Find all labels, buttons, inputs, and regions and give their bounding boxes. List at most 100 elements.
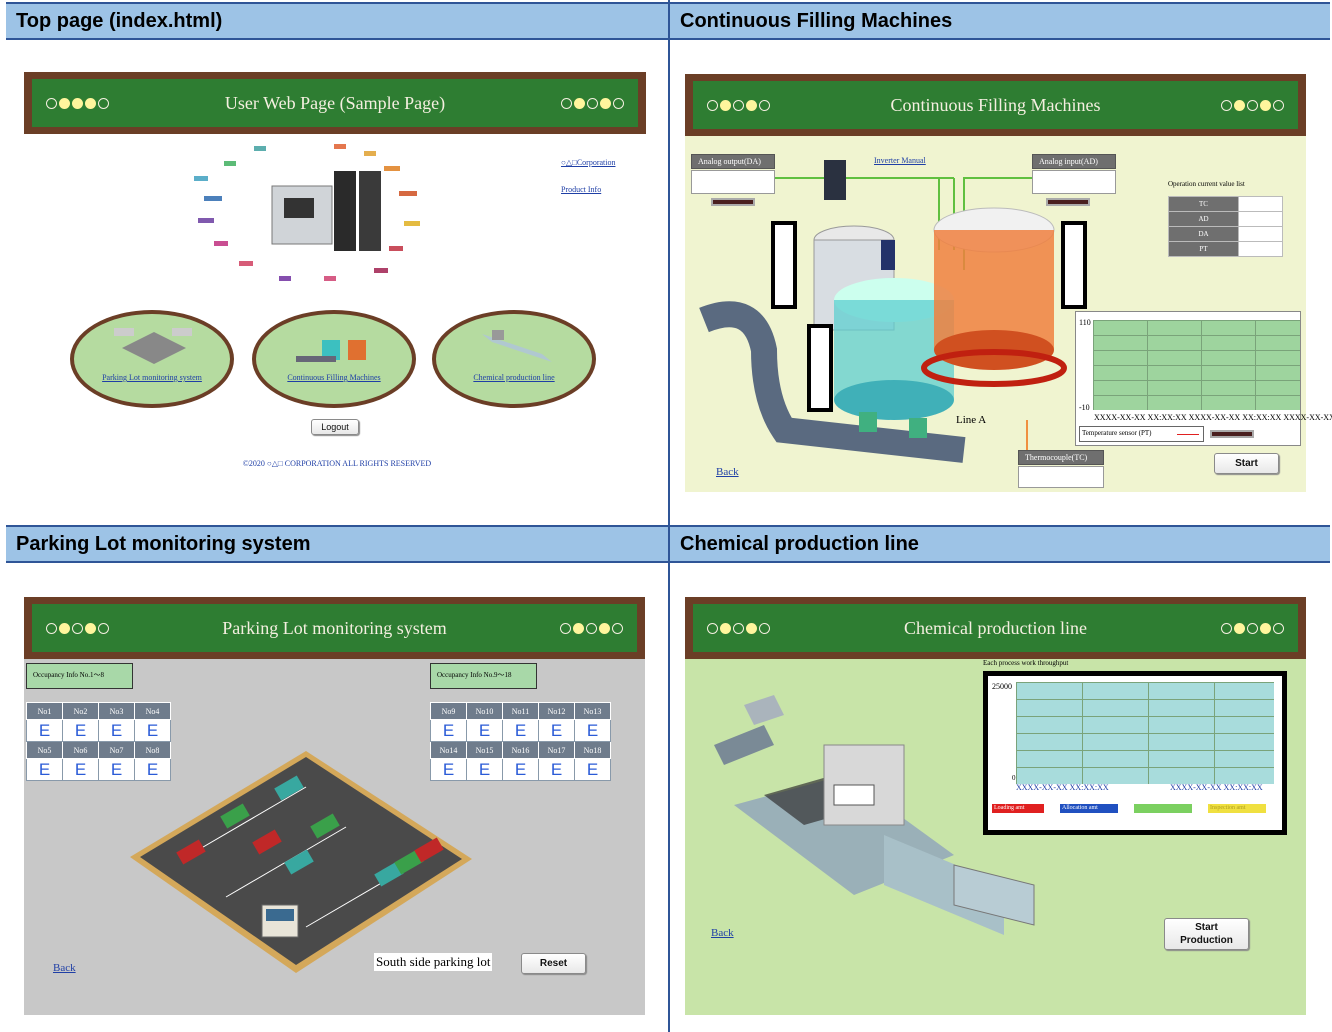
occupancy-header-1: Occupancy Info No.1～8	[26, 663, 133, 689]
inverter-manual-link[interactable]: Inverter Manual	[874, 156, 926, 165]
decorative-dots	[1220, 622, 1284, 634]
slot-label: No2	[62, 702, 99, 720]
chart-x-label-start: XXXX-XX-XX XX:XX:XX	[1016, 783, 1109, 792]
filling-menu-tile[interactable]: Continuous Filling Machines	[252, 310, 416, 408]
value-label-tc: TC	[1168, 196, 1239, 212]
slot-label: No9	[430, 702, 467, 720]
chart-x-label-end: XXXX-XX-XX XX:XX:XX	[1170, 783, 1263, 792]
corporation-link[interactable]: ○△□Corporation	[561, 158, 615, 167]
chemical-menu-link[interactable]: Chemical production line	[436, 373, 592, 382]
back-link[interactable]: Back	[711, 927, 734, 939]
parking-thumbnail	[114, 328, 192, 364]
chart-y-max: 25000	[992, 682, 1012, 691]
slot-label: No4	[134, 702, 171, 720]
chart-legend: Temperature sensor (PT)	[1079, 426, 1204, 442]
page-banner: Continuous Filling Machines	[685, 74, 1306, 136]
start-production-button[interactable]: Start Production	[1164, 918, 1249, 950]
chart-plot-area	[1093, 320, 1300, 410]
value-label-da: DA	[1168, 226, 1239, 242]
chemical-thumbnail	[482, 330, 552, 362]
back-link[interactable]: Back	[53, 962, 76, 974]
analog-input-value	[1032, 170, 1116, 194]
slot-label: No5	[26, 741, 63, 759]
analog-output-indicator	[711, 198, 755, 206]
chart-y-min: 0	[1012, 774, 1016, 782]
start-production-line2: Production	[1180, 935, 1233, 946]
start-button[interactable]: Start	[1214, 453, 1279, 474]
legend-loading: Loading amt	[992, 804, 1044, 813]
slot-status: E	[134, 719, 171, 742]
legend-line	[1177, 434, 1199, 435]
decorative-dots	[560, 97, 624, 109]
reset-button[interactable]: Reset	[521, 953, 586, 974]
value-tc	[1238, 196, 1283, 212]
slot-status: E	[98, 719, 135, 742]
lot-name-label: South side parking lot	[374, 953, 493, 971]
product-hero-image	[194, 144, 420, 281]
decorative-dots	[1220, 99, 1284, 111]
top-page-quadrant: Top page (index.html) User Web Page (Sam…	[6, 2, 668, 516]
slot-label: No10	[466, 702, 503, 720]
decorative-dots	[707, 99, 770, 111]
slot-label: No16	[502, 741, 539, 759]
back-link[interactable]: Back	[716, 466, 739, 478]
chart-y-min: -10	[1079, 403, 1090, 412]
thermocouple-label: Thermocouple(TC)	[1018, 450, 1104, 465]
filling-thumbnail	[296, 340, 366, 362]
throughput-chart-title: Each process work throughput	[983, 659, 1069, 667]
slot-status: E	[574, 719, 611, 742]
quadrant-header: Top page (index.html)	[6, 2, 668, 40]
slot-status: E	[574, 758, 611, 781]
copyright-text: ©2020 ○△□ CORPORATION ALL RIGHTS RESERVE…	[242, 459, 432, 468]
slot-status: E	[26, 758, 63, 781]
level-gauge-center	[807, 324, 833, 412]
parking-menu-tile[interactable]: Parking Lot monitoring system	[70, 310, 234, 408]
logout-button[interactable]: Logout	[311, 419, 359, 435]
occupancy-header-2: Occupancy Info No.9～18	[430, 663, 537, 689]
slot-label: No11	[502, 702, 539, 720]
slot-status: E	[502, 719, 539, 742]
value-label-ad: AD	[1168, 211, 1239, 227]
filling-quadrant: Continuous Filling Machines Continuous F…	[670, 2, 1332, 516]
decorative-dots	[560, 622, 623, 634]
page-title: Parking Lot monitoring system	[222, 617, 447, 638]
temperature-chart: 110 -10 XXXX-XX-XX XX:XX:XX XXXX-XX-XX X…	[1075, 311, 1332, 446]
chart-plot-area	[1016, 682, 1274, 784]
analog-output-label: Analog output(DA)	[691, 154, 775, 169]
line-label: Line A	[956, 414, 987, 426]
decorative-dots	[46, 97, 109, 109]
slot-status: E	[466, 719, 503, 742]
thermocouple-wire	[1026, 420, 1028, 452]
page-banner: User Web Page (Sample Page)	[24, 72, 646, 134]
product-info-link[interactable]: Product Info	[561, 185, 601, 194]
page-title: Continuous Filling Machines	[890, 94, 1101, 115]
chart-x-labels: XXXX-XX-XX XX:XX:XX XXXX-XX-XX XX:XX:XX …	[1094, 413, 1332, 422]
current-value-table: TC AD DA PT	[1168, 196, 1283, 257]
slot-status: E	[538, 719, 575, 742]
value-list-title: Operation current value list	[1168, 180, 1245, 188]
legend-inspection: Inspection amt	[1208, 804, 1266, 813]
slot-status: E	[26, 719, 63, 742]
level-gauge-right	[1061, 221, 1087, 309]
legend-label: Temperature sensor (PT)	[1082, 429, 1152, 437]
analog-input-label: Analog input(AD)	[1032, 154, 1116, 169]
value-ad	[1238, 211, 1283, 227]
slot-label: No13	[574, 702, 611, 720]
filling-menu-link[interactable]: Continuous Filling Machines	[256, 373, 412, 382]
parking-menu-link[interactable]: Parking Lot monitoring system	[74, 373, 230, 382]
legend-allocation: Allocation amt	[1060, 804, 1118, 813]
slot-status: E	[502, 758, 539, 781]
value-pt	[1238, 241, 1283, 257]
parking-lot-map	[130, 751, 472, 973]
chemical-menu-tile[interactable]: Chemical production line	[432, 310, 596, 408]
slot-label: No18	[574, 741, 611, 759]
chemical-quadrant: Chemical production line Chemical produc…	[670, 525, 1330, 1032]
quadrant-header: Continuous Filling Machines	[670, 2, 1330, 40]
parking-quadrant: Parking Lot monitoring system Parking Lo…	[6, 525, 668, 1032]
value-label-pt: PT	[1168, 241, 1239, 257]
thermocouple-value	[1018, 466, 1104, 488]
page-title: User Web Page (Sample Page)	[224, 92, 446, 113]
chart-y-max: 110	[1079, 318, 1091, 327]
analog-output-value	[691, 170, 775, 194]
page-title: Chemical production line	[904, 617, 1087, 638]
